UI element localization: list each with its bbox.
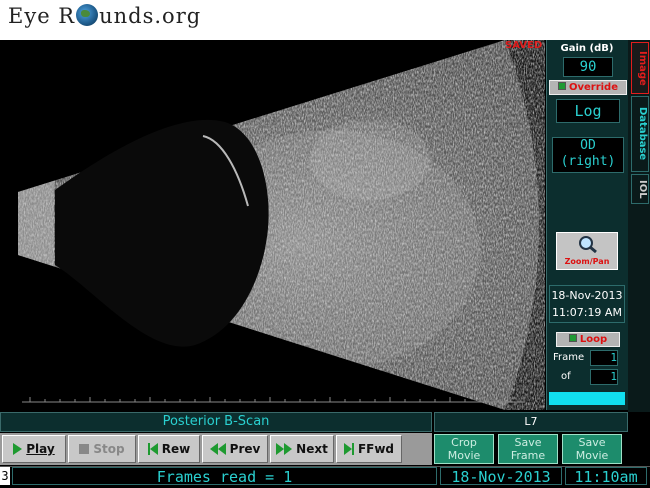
rewind-button[interactable]: Rew xyxy=(138,435,200,463)
status-number: 3 xyxy=(0,467,10,485)
eye-code: OD xyxy=(580,138,596,153)
eye-indicator[interactable]: OD (right) xyxy=(552,137,624,173)
play-button[interactable]: Play xyxy=(2,435,66,463)
play-label: Play xyxy=(26,442,55,456)
ffwd-icon xyxy=(343,443,354,455)
frame-label: Frame xyxy=(553,352,585,363)
vitreous-cavity xyxy=(55,119,269,347)
logo-text-end: unds.org xyxy=(99,4,202,28)
probe-label: L7 xyxy=(434,412,628,432)
depth-ruler xyxy=(29,397,511,402)
status-time: 11:10am xyxy=(565,467,647,486)
capture-date: 18-Nov-2013 xyxy=(551,289,623,302)
logo-text-start: Eye R xyxy=(8,4,76,28)
rewind-icon xyxy=(147,443,158,455)
crop-movie-button[interactable]: Crop Movie xyxy=(434,434,494,464)
save-movie-button[interactable]: Save Movie xyxy=(562,434,622,464)
of-value[interactable]: 1 xyxy=(590,369,618,385)
prev-label: Prev xyxy=(229,442,261,456)
globe-icon xyxy=(76,4,99,26)
ffwd-button[interactable]: FFwd xyxy=(336,435,402,463)
eye-side: (right) xyxy=(560,154,616,169)
override-led-icon xyxy=(557,82,566,90)
prev-icon xyxy=(209,443,226,455)
tab-image[interactable]: Image xyxy=(631,42,649,94)
capture-time: 11:07:19 AM xyxy=(552,306,622,319)
datetime-box: 18-Nov-2013 11:07:19 AM xyxy=(549,285,625,323)
frame-value[interactable]: 1 xyxy=(590,350,618,366)
frames-read-status: Frames read = 1 xyxy=(12,467,437,486)
next-label: Next xyxy=(296,442,328,456)
progress-bar[interactable] xyxy=(549,392,625,405)
magnifier-icon xyxy=(579,236,597,253)
bscan-image xyxy=(0,40,545,410)
loop-label: Loop xyxy=(579,334,608,345)
prev-button[interactable]: Prev xyxy=(202,435,268,463)
loop-toggle[interactable]: Loop xyxy=(556,332,620,347)
tab-database[interactable]: Database xyxy=(631,96,649,172)
status-date: 18-Nov-2013 xyxy=(440,467,562,486)
saved-indicator: SAVED xyxy=(505,40,543,51)
zoom-pan-label: Zoom/Pan xyxy=(564,257,610,266)
override-toggle[interactable]: Override xyxy=(549,80,627,95)
next-icon xyxy=(276,443,293,455)
scan-type-title: Posterior B-Scan xyxy=(0,412,432,432)
rewind-label: Rew xyxy=(161,442,191,456)
next-button[interactable]: Next xyxy=(270,435,334,463)
bscan-sector xyxy=(18,40,545,410)
override-label: Override xyxy=(568,82,619,93)
play-icon xyxy=(13,443,23,455)
gain-label: Gain (dB) xyxy=(560,43,614,54)
ffwd-label: FFwd xyxy=(357,442,395,456)
stop-label: Stop xyxy=(93,442,125,456)
of-label: of xyxy=(561,371,571,382)
zoom-pan-button[interactable]: Zoom/Pan xyxy=(556,232,618,270)
stop-button[interactable]: Stop xyxy=(68,435,136,463)
scale-mode[interactable]: Log xyxy=(556,99,620,123)
eyerounds-logo: Eye R unds.org xyxy=(8,4,201,28)
stop-icon xyxy=(79,444,90,454)
save-frame-button[interactable]: Save Frame xyxy=(498,434,558,464)
tab-iol[interactable]: IOL xyxy=(631,174,649,204)
loop-led-icon xyxy=(568,334,577,342)
gain-value[interactable]: 90 xyxy=(563,57,613,77)
